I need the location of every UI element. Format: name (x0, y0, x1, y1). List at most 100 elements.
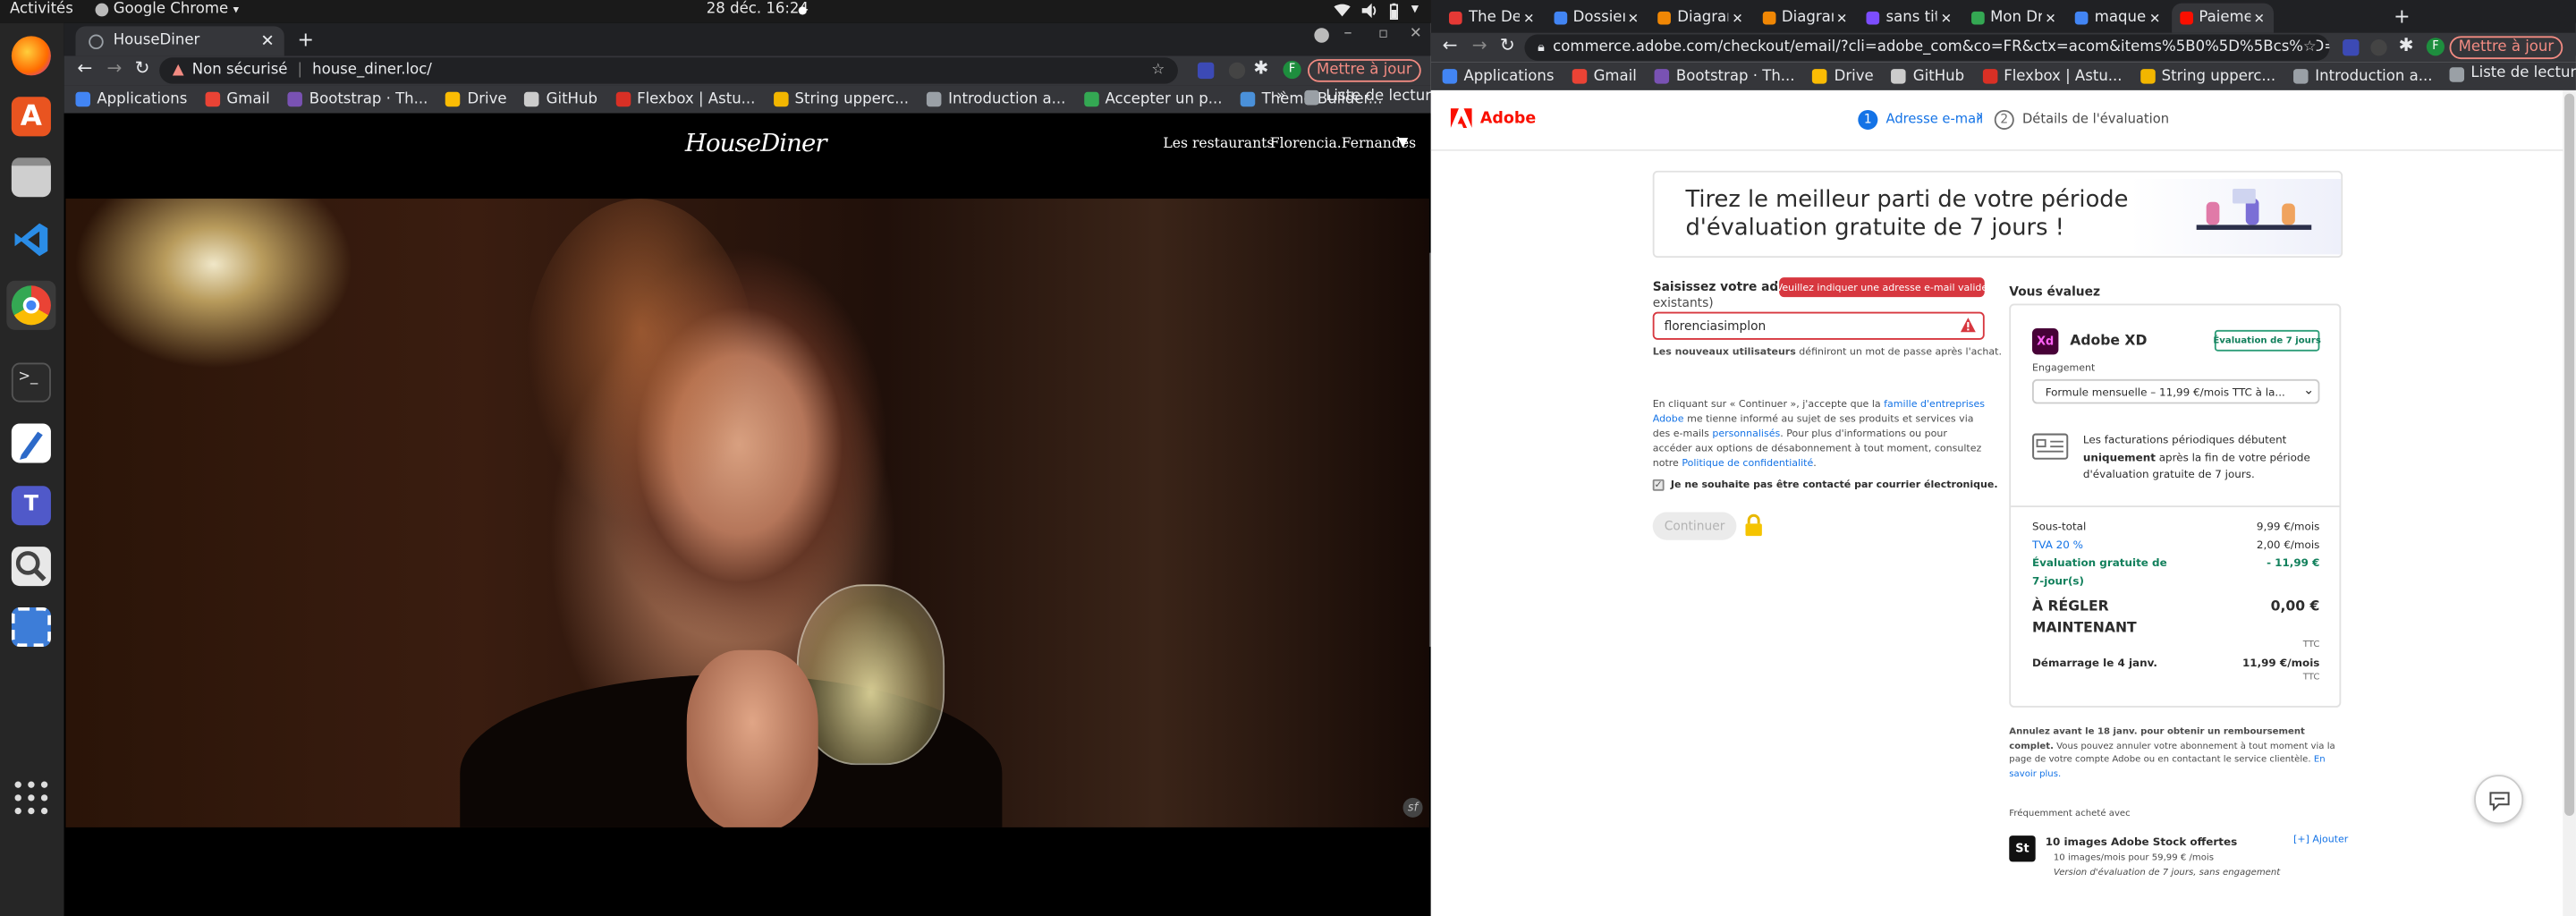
nav-user[interactable]: Florencia.Fernandes (1270, 136, 1416, 152)
plan-select[interactable]: Formule mensuelle – 11,99 €/mois TTC à l… (2031, 378, 2320, 404)
close-tab-icon[interactable]: ✕ (1523, 11, 1534, 26)
tab-5[interactable]: Mon Drive ✕ (1962, 4, 2064, 33)
tab-1[interactable]: Dossier_p ✕ (1545, 4, 1647, 33)
tab-6[interactable]: maquette✕ (2067, 4, 2169, 33)
bookmark-5[interactable]: Flexbox | Astu... (1982, 68, 2123, 85)
vscode-icon[interactable] (12, 220, 51, 259)
text-editor-icon[interactable] (11, 423, 51, 463)
reload-icon[interactable]: ↻ (1500, 35, 1515, 56)
caret-down-icon[interactable]: ▼ (1398, 134, 1408, 149)
extension-shield-icon[interactable] (2343, 39, 2360, 56)
files-icon[interactable] (11, 157, 51, 198)
bookmark-3[interactable]: Drive (1812, 68, 1874, 85)
profile-avatar[interactable]: F (2426, 38, 2445, 56)
maximize-icon[interactable]: ▫ (1378, 26, 1388, 42)
bookmark-6[interactable]: String upperc... (773, 91, 909, 107)
chrome-dock-active[interactable] (6, 280, 56, 330)
tab-0[interactable]: The Devil✕ (1441, 4, 1543, 33)
bookmark-4[interactable]: GitHub (1891, 68, 1964, 85)
no-contact-checkbox[interactable]: ✓ (1652, 479, 1665, 491)
close-tab-icon[interactable]: ✕ (1836, 11, 1847, 26)
minimize-icon[interactable]: – (1343, 25, 1352, 43)
show-apps-icon[interactable] (12, 778, 51, 818)
bookmark-4[interactable]: GitHub (524, 91, 597, 107)
adobe-wordmark[interactable]: Adobe (1480, 110, 1536, 128)
bookmark-7[interactable]: Introduction a... (2293, 68, 2433, 85)
bookmark-1[interactable]: Gmail (1572, 68, 1637, 85)
right-address-bar[interactable]: 🔒︎ commerce.adobe.com/checkout/email/?cl… (1524, 34, 2330, 61)
close-tab-icon[interactable]: ✕ (1628, 11, 1639, 26)
site-logo[interactable]: HouseDiner (685, 128, 827, 157)
close-tab-icon[interactable]: ✕ (1941, 11, 1952, 26)
chat-button[interactable] (2474, 775, 2524, 825)
firefox-icon[interactable] (11, 36, 51, 76)
app-menu[interactable]: Google Chrome ▾ (95, 2, 239, 18)
extension-shield-icon[interactable] (1197, 62, 1215, 80)
tab-4[interactable]: sans titre ✕ (1858, 4, 1960, 33)
back-icon[interactable]: ← (77, 57, 92, 79)
clock[interactable]: 28 déc. 16:24 (707, 2, 809, 18)
right-bookmarks-bar: Applications Gmail Bootstrap · Th... Drive G… (1430, 62, 2576, 90)
profile-avatar[interactable]: F (1283, 60, 1301, 80)
forward-icon[interactable]: → (106, 57, 122, 79)
close-tab-icon[interactable]: ✕ (2045, 11, 2055, 26)
extension-puzzle-dark-icon[interactable] (1228, 62, 1246, 80)
back-icon[interactable]: ← (1443, 35, 1458, 56)
search-icon[interactable] (11, 547, 51, 587)
new-tab-button[interactable]: + (2394, 5, 2410, 29)
tab-7[interactable]: Paiemen ✕ (2171, 3, 2274, 33)
reading-list-button[interactable]: Liste de lecture (2449, 65, 2576, 82)
forward-icon[interactable]: → (1472, 35, 1487, 56)
adobe-logo-icon[interactable] (1450, 108, 1472, 129)
wifi-icon[interactable] (1334, 4, 1351, 19)
reading-list-button[interactable]: Liste de lecture (1304, 89, 1440, 105)
tab-housediner[interactable]: HouseDiner ✕ (75, 26, 284, 56)
bookmark-0[interactable]: Applications (75, 91, 187, 107)
bookmark-1[interactable]: Gmail (205, 91, 270, 107)
bookmark-7[interactable]: Introduction a... (927, 91, 1065, 107)
bookmark-5[interactable]: Flexbox | Astu... (615, 91, 755, 107)
page-scrollbar[interactable] (2563, 89, 2576, 916)
close-tab-icon[interactable]: ✕ (2254, 11, 2265, 26)
extension-puzzle-dark-icon[interactable] (2370, 39, 2387, 56)
reload-icon[interactable]: ↻ (135, 57, 150, 79)
tab-search-icon[interactable] (1314, 28, 1329, 43)
power-menu-icon[interactable]: ▾ (1411, 2, 1419, 18)
symfony-toolbar-icon[interactable]: sf (1402, 797, 1423, 818)
tab-2[interactable]: Diagramm ✕ (1649, 4, 1751, 33)
teams-icon[interactable]: T (11, 486, 51, 526)
terminal-icon[interactable]: >_ (11, 362, 51, 403)
legal-link[interactable]: personnalisés (1712, 428, 1780, 440)
extensions-icon[interactable]: ✱ (1253, 57, 1268, 79)
update-button[interactable]: Mettre à jour (2449, 36, 2563, 60)
bookmarks-overflow-icon[interactable]: » (1276, 89, 1285, 105)
close-window-icon[interactable]: ✕ (1410, 26, 1422, 42)
continue-button[interactable]: Continuer (1652, 512, 1737, 540)
email-input[interactable]: florenciasimplon (1652, 311, 1985, 340)
bookmark-2[interactable]: Bootstrap · Th... (287, 91, 428, 107)
tab-3[interactable]: Diagramm✕ (1754, 4, 1856, 33)
nav-restaurants[interactable]: Les restaurants (1163, 136, 1274, 152)
update-button[interactable]: Mettre à jour (1308, 59, 1421, 82)
software-center-icon[interactable]: A (11, 97, 51, 137)
activities-button[interactable]: Activités (10, 2, 73, 18)
bookmark-0[interactable]: Applications (1442, 68, 1554, 85)
screenshot-icon[interactable] (11, 606, 51, 648)
left-address-bar[interactable]: ▲ Non sécurisé | house_diner.loc/ ☆ (159, 57, 1178, 84)
close-tab-icon[interactable]: ✕ (260, 32, 274, 50)
bookmark-2[interactable]: Bootstrap · Th... (1655, 68, 1795, 85)
new-tab-button[interactable]: + (297, 28, 313, 51)
star-icon[interactable]: ☆ (2302, 39, 2317, 56)
close-tab-icon[interactable]: ✕ (1732, 11, 1742, 26)
volume-icon[interactable] (1361, 3, 1378, 19)
bookmark-6[interactable]: String upperc... (2140, 68, 2275, 85)
bookmark-3[interactable]: Drive (445, 91, 507, 107)
vat-label[interactable]: TVA 20 % (2032, 539, 2083, 552)
bookmark-8[interactable]: Accepter un p... (1083, 91, 1223, 107)
battery-icon[interactable] (1389, 3, 1399, 21)
legal-link[interactable]: Politique de confidentialité (1682, 458, 1813, 470)
add-stock-link[interactable]: [+] Ajouter (2293, 834, 2348, 845)
extensions-icon[interactable]: ✱ (2399, 35, 2414, 56)
close-tab-icon[interactable]: ✕ (2149, 11, 2160, 26)
star-icon[interactable]: ☆ (1151, 63, 1165, 79)
